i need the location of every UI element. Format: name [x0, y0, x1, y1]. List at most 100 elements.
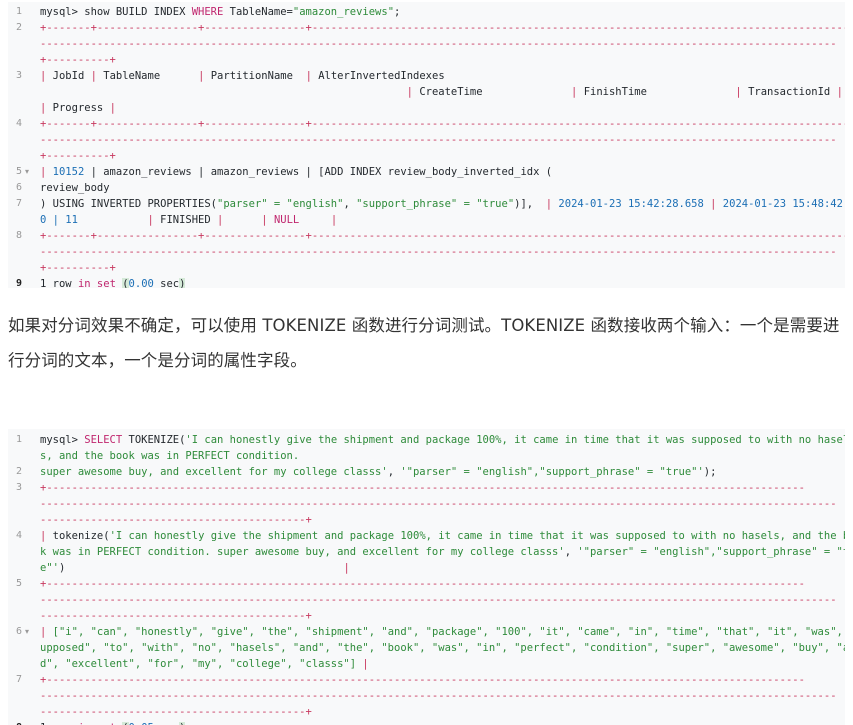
code-token: ----------------------------------------… — [40, 690, 837, 702]
code-token: "amazon_reviews" — [292, 6, 395, 18]
code-token: | — [40, 102, 53, 114]
code-token: ) — [179, 278, 186, 288]
code-token: , — [564, 546, 578, 558]
code-line: ----------------------------------------… — [40, 36, 845, 52]
code-line: ----------------------------------------… — [40, 244, 845, 260]
code-token: "support_phrase" = "true" — [356, 198, 515, 210]
line-number: 5 — [15, 578, 22, 589]
code-token: mysql> show BUILD INDEX — [40, 6, 192, 18]
code-token: +----------+ — [40, 54, 116, 66]
code-token: 'I can honestly give the shipment and pa… — [109, 530, 845, 542]
code-token: +-------+----------------+--------------… — [40, 22, 845, 34]
code-token: +-------+----------------+--------------… — [40, 118, 845, 130]
code-token: FINISHED — [160, 214, 218, 226]
code-token: ["i", "can", "honestly", "give", "the", … — [52, 626, 845, 638]
code-line: ----------------------------------------… — [40, 688, 845, 704]
code-token: Progress — [52, 102, 110, 114]
code-token: | — [735, 86, 749, 98]
line-number: 4 — [15, 530, 22, 541]
code-token: TransactionId — [748, 86, 837, 98]
code-line: ----------------------------------------… — [40, 592, 845, 608]
code-line: +----------+ — [40, 260, 845, 276]
code-line: mysql> SELECT TOKENIZE('I can honestly g… — [40, 432, 845, 448]
code-token: mysql> — [40, 434, 85, 446]
code-token: +---------------------------------------… — [40, 578, 805, 590]
code-token: AlterInvertedIndexes — [318, 70, 445, 82]
code-token: d", "excellent", "for", "my", "college",… — [40, 658, 357, 670]
code-token: ----------------------------------------… — [40, 498, 837, 510]
code-token: CreateTime — [419, 86, 572, 98]
code-line: | JobId | TableName | PartitionName | Al… — [40, 68, 845, 84]
code-token: | — [109, 102, 116, 114]
code-token: , — [343, 198, 357, 210]
code-token: | — [406, 86, 420, 98]
code-token: 'I can honestly give the shipment and pa… — [185, 434, 845, 446]
line-number: 3 — [15, 482, 22, 493]
code-token: +----------+ — [40, 262, 116, 274]
code-line: e"') | — [40, 560, 845, 576]
code-token: ) USING INVERTED PROPERTIES( — [40, 198, 218, 210]
code-line: d", "excellent", "for", "my", "college",… — [40, 656, 845, 672]
code-line: s, and the book was in PERFECT condition… — [40, 448, 845, 464]
code-token: ----------------------------------------… — [40, 610, 312, 622]
code-line: ----------------------------------------… — [40, 496, 845, 512]
line-number: 2 — [15, 22, 22, 33]
code-token: )], — [514, 198, 546, 210]
code-line: | tokenize('I can honestly give the ship… — [40, 528, 845, 544]
code-token: NULL — [273, 214, 300, 226]
code-token: k was in PERFECT condition. super awesom… — [40, 546, 565, 558]
code-token: +----------+ — [40, 150, 116, 162]
fold-chevron-icon[interactable]: ▾ — [25, 164, 29, 180]
code-token: | — [40, 626, 53, 638]
code-token: in — [77, 278, 91, 288]
code-token: ----------------------------------------… — [40, 38, 837, 50]
code-token: SELECT — [84, 434, 123, 446]
code-token: | — [198, 70, 211, 82]
code-block-tokenize: 123456▾78 mysql> SELECT TOKENIZE('I can … — [8, 429, 845, 725]
line-number: 1 — [15, 6, 22, 17]
code-line: | Progress | — [40, 100, 845, 116]
line-number: 5 — [15, 166, 22, 177]
code-token: 2024-01-23 15:48:42.99 — [722, 198, 845, 210]
code-token: | — [77, 214, 161, 226]
code-token: ); — [703, 466, 717, 478]
code-token: +-------+----------------+--------------… — [40, 230, 845, 242]
code-line: ----------------------------------------… — [40, 608, 845, 624]
code-token: super awesome buy, and excellent for my … — [40, 466, 388, 478]
code-token: 10152 — [52, 166, 85, 178]
code-token: FinishTime — [583, 86, 736, 98]
code-line: 1 row in set (0.00 sec) — [40, 276, 845, 288]
code-token: ) — [58, 562, 344, 574]
code-token: ; — [394, 6, 401, 18]
code-line: | ["i", "can", "honestly", "give", "the"… — [40, 624, 845, 640]
code-token: '"parser" = "english","support_phrase" =… — [577, 546, 845, 558]
code-token: | — [343, 562, 350, 574]
line-number: 3 — [15, 70, 22, 81]
code-token: | — [305, 70, 319, 82]
code-token: | amazon_reviews | amazon_reviews | [ADD… — [84, 166, 553, 178]
code-token: | — [571, 86, 584, 98]
code-line: +---------------------------------------… — [40, 672, 845, 688]
fold-chevron-icon[interactable]: ▾ — [25, 624, 29, 640]
code-token: | — [229, 214, 274, 226]
code-line: upposed", "to", "with", "no", "hasels", … — [40, 640, 845, 656]
code-token: | — [356, 658, 369, 670]
code-line: 0 | 11 | FINISHED | | NULL | — [40, 212, 845, 228]
code-token: , — [387, 466, 401, 478]
code-token: 0.00 — [128, 278, 154, 288]
code-token: "parser" = "english" — [217, 198, 344, 210]
code-line: +-------+----------------+--------------… — [40, 228, 845, 244]
line-number: 8 — [15, 230, 22, 241]
line-number: 9 — [15, 278, 22, 288]
code-token: s, and the book was in PERFECT condition… — [40, 450, 300, 462]
code-token: | — [40, 70, 53, 82]
code-token: ----------------------------------------… — [40, 706, 312, 718]
code-token: set — [96, 278, 116, 288]
line-number: 7 — [15, 674, 22, 685]
code-token: +---------------------------------------… — [40, 482, 805, 494]
code-token: JobId — [52, 70, 91, 82]
code-line: ----------------------------------------… — [40, 704, 845, 720]
code-token: | — [40, 530, 53, 542]
code-token: tokenize( — [52, 530, 110, 542]
